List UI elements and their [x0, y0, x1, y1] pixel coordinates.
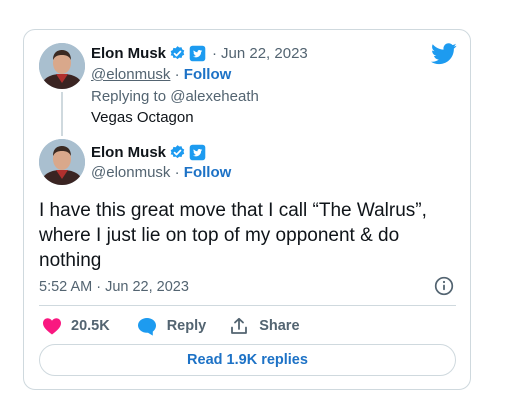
tweet-text-line: nothing	[39, 250, 102, 271]
avatar[interactable]	[39, 43, 85, 89]
author-handle[interactable]: @elonmusk	[91, 164, 170, 181]
follow-link[interactable]: Follow	[184, 164, 232, 181]
like-button[interactable]: 20.5K	[42, 317, 110, 335]
tweet-author-row: Elon Musk	[91, 142, 206, 162]
tweet-text: I have this great move that I call “The …	[39, 198, 459, 273]
info-circle-icon[interactable]	[434, 276, 454, 296]
share-upload-icon	[231, 317, 248, 334]
reply-button[interactable]: Reply	[137, 317, 207, 336]
share-button[interactable]: Share	[230, 317, 300, 335]
verified-badge-icon	[169, 45, 186, 62]
follow-link[interactable]: Follow	[184, 66, 232, 83]
avatar[interactable]	[39, 139, 85, 185]
twitter-square-badge-icon	[189, 45, 206, 62]
like-count: 20.5K	[71, 318, 110, 334]
parent-author-row: Elon Musk · Jun 22, 2023	[91, 43, 308, 63]
meta-separator: ·	[212, 44, 218, 62]
verified-badge-icon	[169, 144, 186, 161]
read-replies-button[interactable]: Read 1.9K replies	[39, 344, 456, 376]
tweet-text-line: I have this great move that I call “The …	[39, 200, 427, 221]
handle-follow-separator: ·	[170, 164, 184, 181]
reply-label: Reply	[166, 318, 207, 334]
author-display-name[interactable]: Elon Musk	[91, 144, 166, 161]
replying-to-text: Replying to @alexeheath	[91, 88, 259, 105]
tweet-handle-row: @elonmusk · Follow	[91, 164, 231, 181]
parent-handle-row: @elonmusk · Follow	[91, 66, 231, 83]
parent-tweet-date[interactable]: Jun 22, 2023	[221, 45, 308, 62]
tweet-embed-card: Elon Musk · Jun 22, 2023 @elonmusk · Fol…	[23, 29, 471, 390]
twitter-square-badge-icon	[189, 144, 206, 161]
parent-tweet-text: Vegas Octagon	[91, 109, 194, 126]
twitter-bird-icon[interactable]	[431, 43, 457, 65]
speech-bubble-icon	[137, 317, 156, 336]
tweet-timestamp[interactable]: 5:52 AM · Jun 22, 2023	[39, 279, 189, 295]
handle-follow-separator: ·	[170, 66, 184, 83]
heart-icon	[43, 318, 61, 335]
author-handle[interactable]: @elonmusk	[91, 66, 170, 83]
thread-connector-line	[61, 92, 63, 136]
author-display-name[interactable]: Elon Musk	[91, 45, 166, 62]
share-label: Share	[259, 318, 300, 334]
divider	[39, 305, 456, 306]
tweet-actions-bar: 20.5K Reply Share	[39, 316, 300, 336]
tweet-text-line: where I just lie on top of my opponent &…	[39, 225, 400, 246]
